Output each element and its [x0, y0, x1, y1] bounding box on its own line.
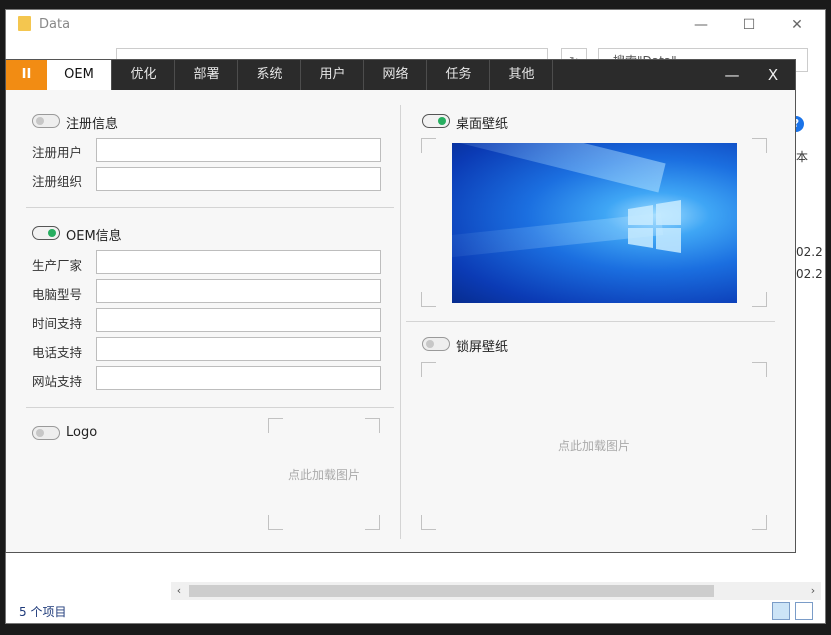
oem-info-label: OEM信息: [66, 229, 122, 244]
desktop-wallpaper-image: [452, 143, 737, 303]
details-view-icon[interactable]: [772, 602, 790, 620]
tab-oem[interactable]: OEM: [47, 60, 111, 90]
oem-info-toggle[interactable]: [32, 226, 60, 240]
section-divider: [26, 207, 394, 208]
frame-corner: [752, 515, 767, 530]
explorer-close-button[interactable]: ✕: [782, 14, 812, 36]
frame-corner: [365, 418, 380, 433]
model-input[interactable]: [96, 279, 381, 303]
status-item-count: 5 个项目: [19, 605, 67, 619]
frame-corner: [421, 138, 436, 153]
logo-image-slot[interactable]: 点此加载图片: [268, 418, 380, 530]
tab-network[interactable]: 网络: [363, 60, 427, 90]
support-url-label: 网站支持: [32, 374, 83, 389]
frame-corner: [268, 515, 283, 530]
registration-toggle[interactable]: [32, 114, 60, 128]
oem-tool-window: II OEM 优化 部署 系统 用户 网络 任务 其他 — X 注册信息 注册用…: [5, 59, 796, 553]
large-icons-view-icon[interactable]: [795, 602, 813, 620]
section-divider: [406, 321, 775, 322]
scrollbar-thumb[interactable]: [189, 585, 714, 597]
lock-wallpaper-toggle[interactable]: [422, 337, 450, 351]
frame-corner: [421, 362, 436, 377]
tab-optimize[interactable]: 优化: [111, 60, 175, 90]
explorer-title-text: Data: [39, 17, 71, 32]
tab-deploy[interactable]: 部署: [174, 60, 238, 90]
support-hours-input[interactable]: [96, 308, 381, 332]
section-divider: [26, 407, 394, 408]
support-hours-label: 时间支持: [32, 316, 83, 331]
frame-corner: [752, 362, 767, 377]
scroll-right-icon[interactable]: ›: [805, 582, 821, 600]
frame-corner: [752, 138, 767, 153]
pause-button[interactable]: II: [6, 60, 47, 90]
explorer-title: Data: [18, 16, 70, 32]
registered-org-input[interactable]: [96, 167, 381, 191]
desktop-wallpaper-label: 桌面壁纸: [456, 117, 509, 132]
tab-users[interactable]: 用户: [300, 60, 364, 90]
frame-corner: [421, 292, 436, 307]
registration-label: 注册信息: [66, 117, 119, 132]
date-text: 02.2: [796, 267, 823, 281]
windows-logo-icon: [628, 200, 681, 253]
frame-corner: [365, 515, 380, 530]
support-phone-label: 电话支持: [32, 345, 83, 360]
close-button[interactable]: X: [758, 60, 788, 90]
logo-load-placeholder: 点此加载图片: [287, 468, 360, 482]
registered-org-label: 注册组织: [32, 174, 83, 189]
model-label: 电脑型号: [32, 287, 83, 302]
support-phone-input[interactable]: [96, 337, 381, 361]
lock-wallpaper-slot[interactable]: 点此加载图片: [421, 362, 767, 530]
tab-tasks[interactable]: 任务: [426, 60, 490, 90]
minimize-button[interactable]: —: [717, 60, 747, 90]
desktop-wallpaper-toggle[interactable]: [422, 114, 450, 128]
tab-other[interactable]: 其他: [489, 60, 553, 90]
lock-wallpaper-load-placeholder: 点此加载图片: [557, 439, 630, 453]
explorer-maximize-button[interactable]: ☐: [734, 14, 764, 36]
date-text: 02.2: [796, 245, 823, 259]
tab-system[interactable]: 系统: [237, 60, 301, 90]
registered-user-input[interactable]: [96, 138, 381, 162]
lock-wallpaper-label: 锁屏壁纸: [456, 340, 509, 355]
frame-corner: [268, 418, 283, 433]
support-url-input[interactable]: [96, 366, 381, 390]
oem-panel: 注册信息 注册用户 注册组织 OEM信息 生产厂家 电脑型号 时间支持 电话支持…: [6, 90, 795, 552]
explorer-minimize-button[interactable]: —: [686, 14, 716, 36]
logo-label: Logo: [66, 425, 98, 440]
manufacturer-label: 生产厂家: [32, 258, 83, 273]
column-divider: [400, 105, 401, 539]
tab-separator: [552, 60, 554, 90]
frame-corner: [752, 292, 767, 307]
frame-corner: [421, 515, 436, 530]
scroll-left-icon[interactable]: ‹: [171, 582, 187, 600]
manufacturer-input[interactable]: [96, 250, 381, 274]
registered-user-label: 注册用户: [32, 145, 83, 160]
horizontal-scrollbar[interactable]: ‹ ›: [171, 582, 821, 600]
tab-bar: II OEM 优化 部署 系统 用户 网络 任务 其他 — X: [6, 60, 795, 90]
column-text: 本: [796, 150, 809, 164]
logo-toggle[interactable]: [32, 426, 60, 440]
folder-icon: [18, 16, 31, 31]
